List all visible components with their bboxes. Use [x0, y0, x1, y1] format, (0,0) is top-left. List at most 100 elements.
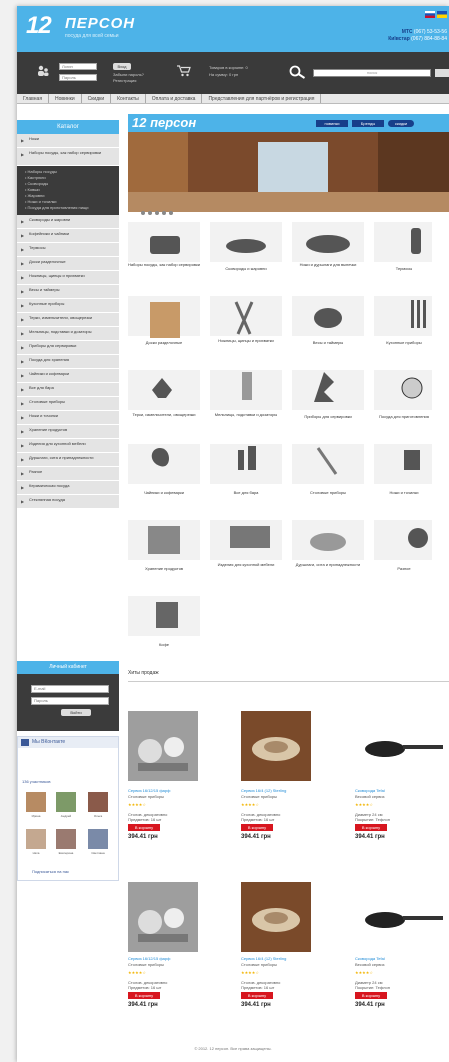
- tile-label[interactable]: Чайники и кофеварки: [125, 490, 203, 495]
- sidebar-item[interactable]: Чайники и кофеварки: [17, 369, 119, 383]
- tile-label[interactable]: Приборы для сервировки: [289, 414, 367, 419]
- sidebar-item[interactable]: Дуршлаги, сита и принадлежности: [17, 453, 119, 467]
- tile-label[interactable]: Разное: [365, 566, 443, 571]
- avatar[interactable]: [26, 792, 46, 812]
- join-link[interactable]: Подписаться на нас: [32, 869, 69, 874]
- password-input[interactable]: Пароль: [59, 74, 97, 81]
- category-tile[interactable]: [374, 444, 432, 484]
- sidebar-item[interactable]: Разное: [17, 467, 119, 481]
- tile-label[interactable]: Хранение продуктов: [125, 566, 203, 571]
- nav-contacts[interactable]: Контакты: [111, 94, 146, 103]
- category-tile[interactable]: [210, 444, 282, 484]
- tile-label[interactable]: Дуршлаги, сита и принадлежности: [289, 562, 367, 567]
- product-image[interactable]: [128, 882, 198, 952]
- tile-label[interactable]: Ножницы, щипцы и прихватки: [207, 338, 285, 343]
- search-button[interactable]: Найти: [435, 69, 449, 77]
- product-image[interactable]: [355, 882, 445, 952]
- category-tile[interactable]: [374, 296, 432, 336]
- cart-icon[interactable]: [177, 65, 191, 77]
- sidebar-item[interactable]: Изделия для кухонной мебели: [17, 439, 119, 453]
- category-tile[interactable]: [374, 520, 432, 560]
- tile-label[interactable]: Все для бара: [207, 490, 285, 495]
- cart-count[interactable]: Товаров в корзине: 0: [209, 65, 248, 71]
- sidebar-item[interactable]: Ножи: [17, 134, 119, 148]
- nav-home[interactable]: Главная: [17, 94, 50, 103]
- sidebar-item[interactable]: Кофейники и чайники: [17, 229, 119, 243]
- nav-partners[interactable]: Представления для партнёров и регистраци…: [202, 94, 322, 103]
- avatar[interactable]: [56, 829, 76, 849]
- flag-ua-icon[interactable]: [437, 11, 447, 18]
- product-name[interactable]: Сервиз 16/12/15 фарф: [128, 956, 213, 961]
- tile-label[interactable]: Ножи и дуршлаги для выпечки: [289, 262, 367, 267]
- nav-new[interactable]: Новинки: [49, 94, 82, 103]
- sidebar-item[interactable]: Весы и таймеры: [17, 285, 119, 299]
- sidebar-item[interactable]: Термосы: [17, 243, 119, 257]
- sidebar-item[interactable]: Ножи и точилки: [17, 411, 119, 425]
- add-to-cart-button[interactable]: В корзину: [355, 824, 387, 831]
- slider-dot[interactable]: [155, 211, 159, 215]
- category-tile[interactable]: [374, 222, 432, 262]
- add-to-cart-button[interactable]: В корзину: [241, 824, 273, 831]
- logo-name[interactable]: ПЕРСОН: [65, 15, 135, 32]
- slider-dot[interactable]: [148, 211, 152, 215]
- flag-ru-icon[interactable]: [425, 11, 435, 18]
- hero-banner[interactable]: 12 персон новинки Бренды скидки: [128, 114, 449, 212]
- tile-label[interactable]: Терки, измельчители, овощерезки: [125, 412, 203, 417]
- slider-dot[interactable]: [141, 211, 145, 215]
- tile-label[interactable]: Сковороды и жаровни: [207, 266, 285, 271]
- sidebar-item[interactable]: Сковороды и жаровни: [17, 215, 119, 229]
- product-image[interactable]: [241, 882, 311, 952]
- product-name[interactable]: Сервиз 16/12/15 фарф: [128, 788, 213, 793]
- slider-dot[interactable]: [162, 211, 166, 215]
- phone-kyivstar[interactable]: (067) 884-88-84: [411, 36, 447, 42]
- login-button[interactable]: Вход: [113, 63, 131, 70]
- category-tile[interactable]: [128, 596, 200, 636]
- nav-delivery[interactable]: Оплата и доставка: [146, 94, 203, 103]
- category-tile[interactable]: [374, 370, 432, 410]
- avatar[interactable]: [88, 792, 108, 812]
- password-field[interactable]: Пароль: [31, 697, 109, 705]
- tile-label[interactable]: Кухонные приборы: [365, 340, 443, 345]
- tile-label[interactable]: Посуда для приготовления: [365, 414, 443, 419]
- sidebar-item[interactable]: Приборы для сервировки: [17, 341, 119, 355]
- avatar[interactable]: [26, 829, 46, 849]
- nav-sale[interactable]: Скидки: [82, 94, 112, 103]
- category-tile[interactable]: [128, 444, 200, 484]
- add-to-cart-button[interactable]: В корзину: [241, 992, 273, 999]
- product-image[interactable]: [355, 711, 445, 781]
- social-title[interactable]: Мы ВКонтакте: [18, 737, 118, 748]
- sidebar-item[interactable]: Столовые приборы: [17, 397, 119, 411]
- sidebar-item[interactable]: Все для бара: [17, 383, 119, 397]
- slider-dot[interactable]: [169, 211, 173, 215]
- sidebar-item[interactable]: Наборы посуды, как набор сервировки: [17, 148, 119, 166]
- add-to-cart-button[interactable]: В корзину: [355, 992, 387, 999]
- tile-label[interactable]: Доски разделочные: [125, 340, 203, 345]
- search-input[interactable]: поиск: [313, 69, 431, 77]
- sidebar-item[interactable]: Терки, измельчители, овощерезки: [17, 313, 119, 327]
- login-input[interactable]: Логин: [59, 63, 97, 70]
- tile-label[interactable]: Столовые приборы: [289, 490, 367, 495]
- category-tile[interactable]: [128, 222, 200, 262]
- tile-label[interactable]: Кофе: [125, 642, 203, 647]
- category-tile[interactable]: [128, 296, 200, 336]
- category-tile[interactable]: [292, 444, 364, 484]
- submit-button[interactable]: Войти: [61, 709, 91, 716]
- category-tile[interactable]: [292, 370, 364, 410]
- tile-label[interactable]: Наборы посуды, как набор сервировки: [125, 262, 203, 267]
- submenu-item[interactable]: Посуда для приготовления пищи: [25, 205, 119, 211]
- tile-label[interactable]: Весы и таймеры: [289, 340, 367, 345]
- avatar[interactable]: [88, 829, 108, 849]
- sidebar-item[interactable]: Хранение продуктов: [17, 425, 119, 439]
- logo-number[interactable]: 12: [26, 12, 52, 40]
- product-name[interactable]: Сервиз 16/4 (12) Sterling: [241, 956, 326, 961]
- product-name[interactable]: Сервиз 16/4 (12) Sterling: [241, 788, 326, 793]
- register-link[interactable]: Регистрация: [113, 78, 136, 84]
- sidebar-item[interactable]: Стеклянная посуда: [17, 495, 119, 509]
- product-image[interactable]: [128, 711, 198, 781]
- category-tile[interactable]: [128, 370, 200, 410]
- email-field[interactable]: E-mail: [31, 685, 109, 693]
- add-to-cart-button[interactable]: В корзину: [128, 824, 160, 831]
- product-image[interactable]: [241, 711, 311, 781]
- phone-mts[interactable]: (067) 53-53-56: [414, 29, 447, 35]
- tile-label[interactable]: Ножи и точилки: [365, 490, 443, 495]
